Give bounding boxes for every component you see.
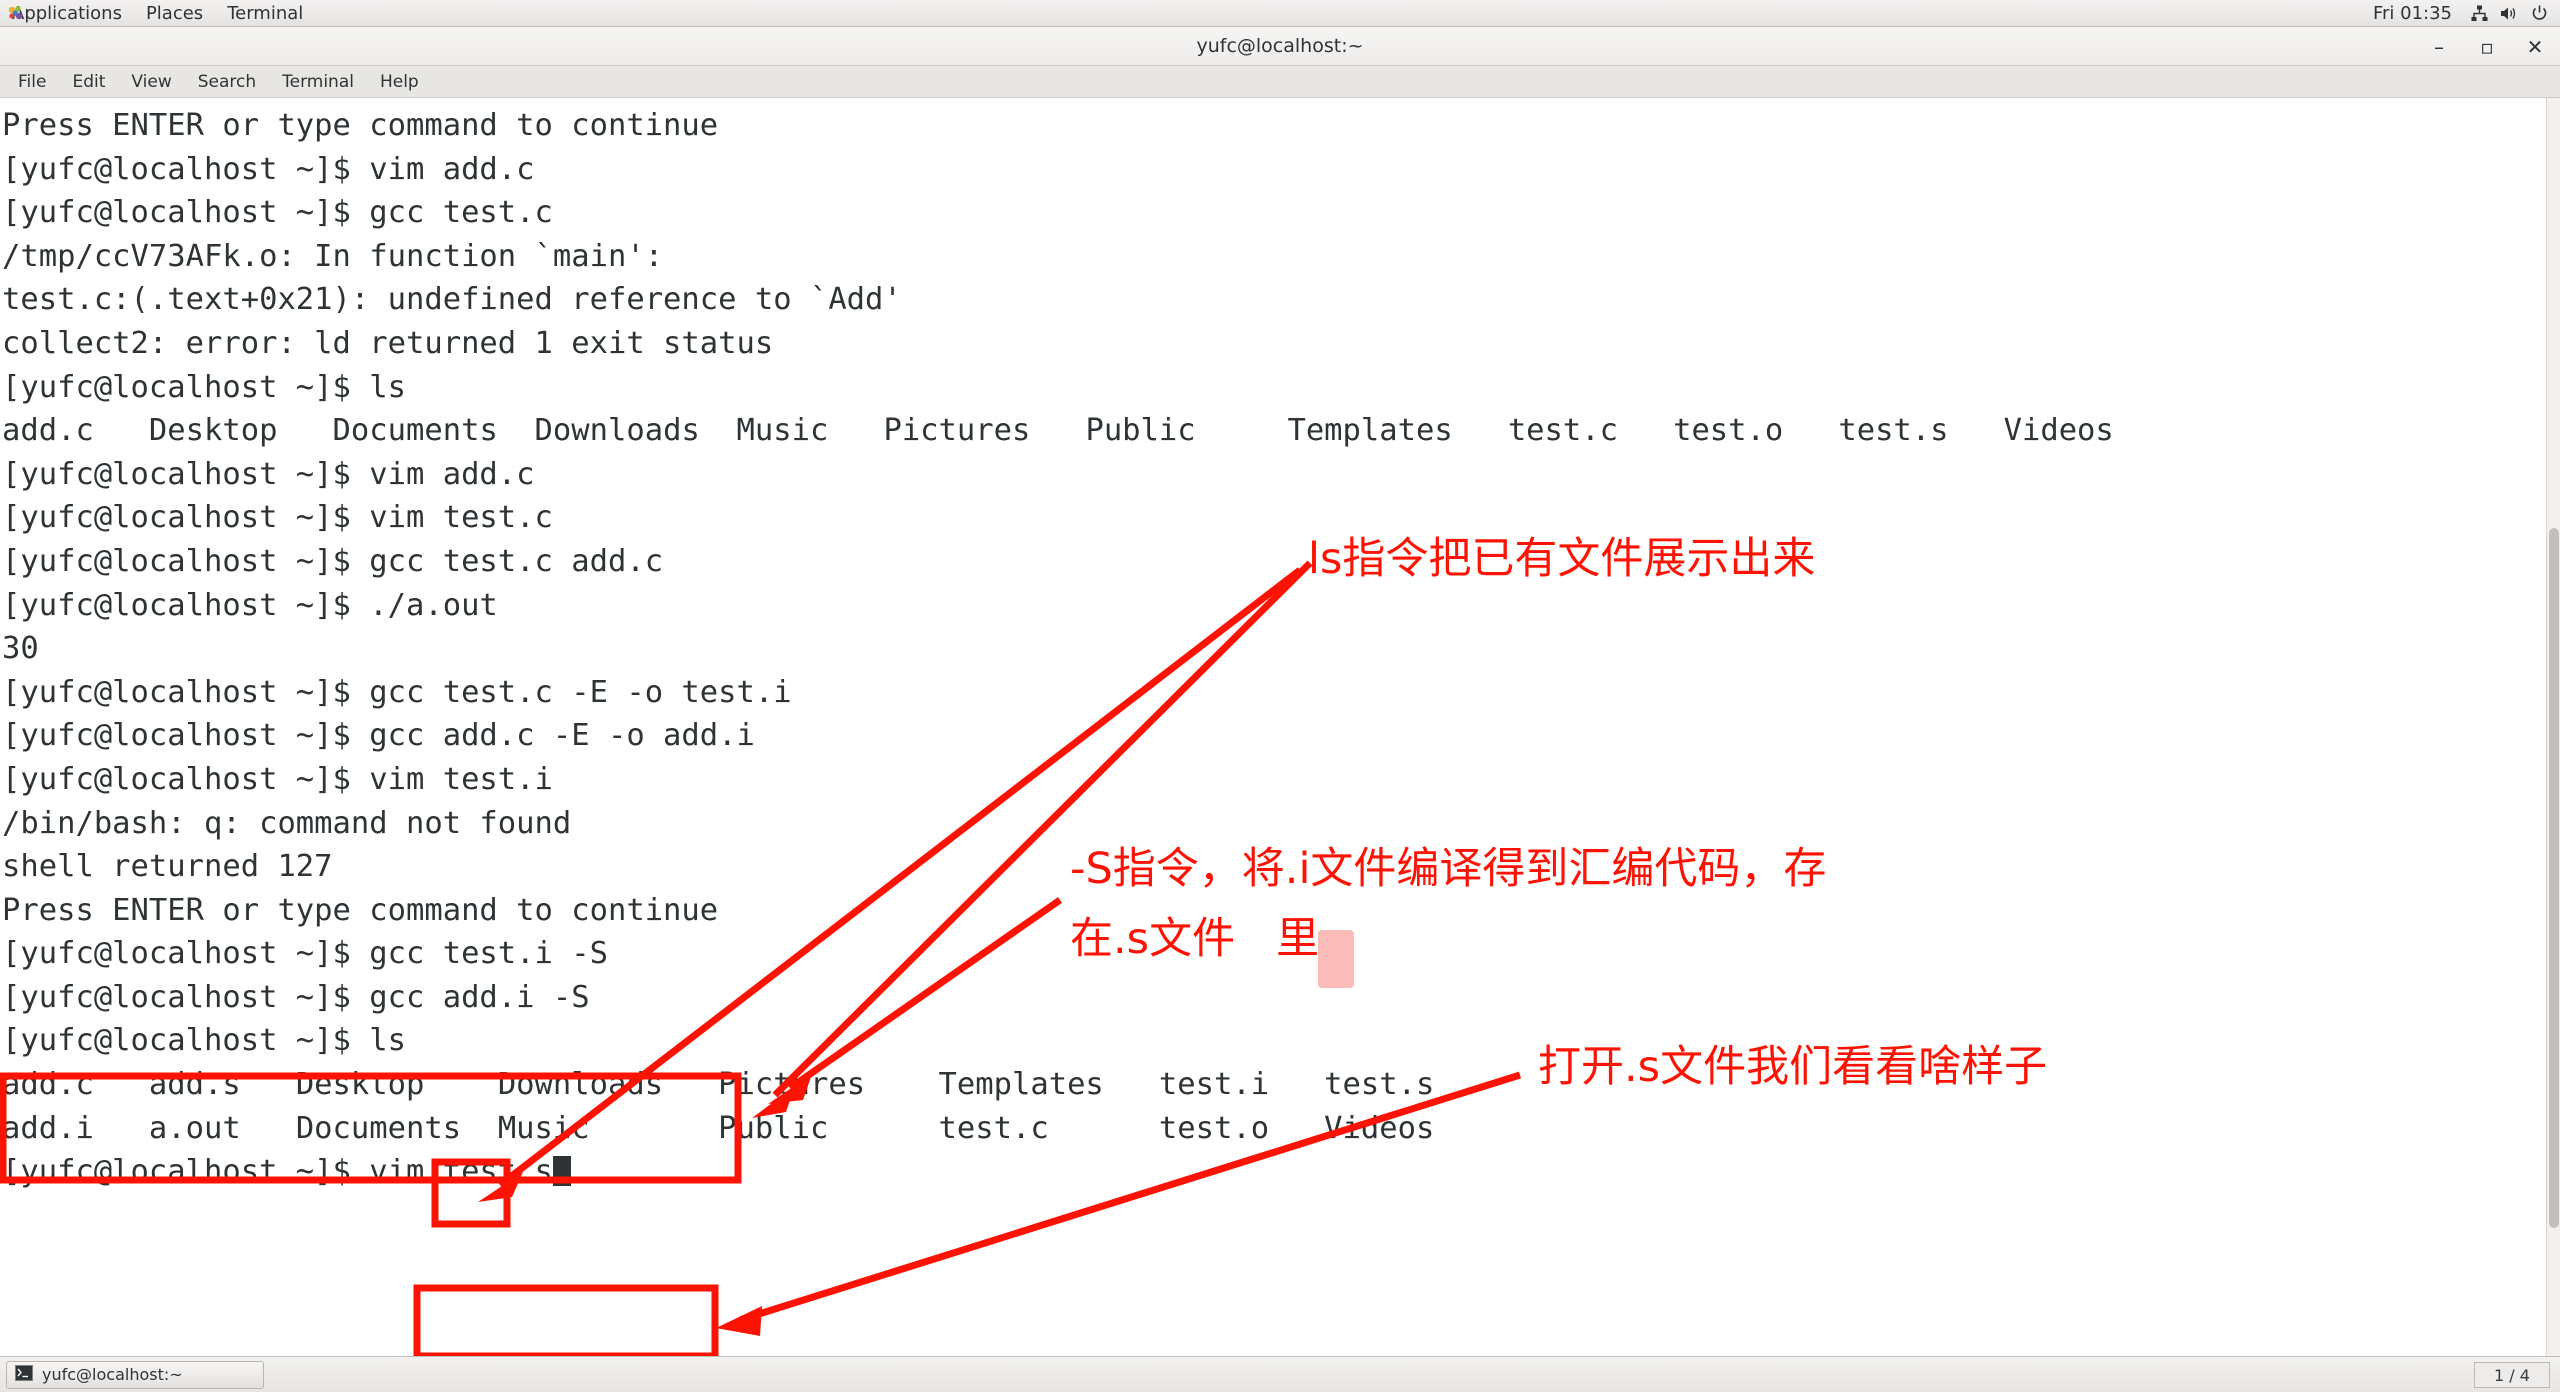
terminal-line: [yufc@localhost ~]$ gcc test.c bbox=[2, 195, 553, 231]
window-controls: – ▫ ✕ bbox=[2428, 27, 2546, 66]
panel-menu-terminal[interactable]: Terminal bbox=[215, 0, 315, 27]
volume-icon[interactable] bbox=[2494, 0, 2524, 27]
annotation-assembly-line2: 在.s文件 里 bbox=[1070, 914, 1320, 964]
terminal-line: [yufc@localhost ~]$ ls bbox=[2, 369, 406, 405]
annotation-ls: ls指令把已有文件展示出来 bbox=[1308, 534, 1816, 584]
gnome-footprint-icon[interactable] bbox=[7, 5, 24, 22]
terminal-line: [yufc@localhost ~]$ gcc add.i -S bbox=[2, 979, 590, 1015]
scrollbar-thumb[interactable] bbox=[2549, 528, 2559, 1228]
maximize-button[interactable]: ▫ bbox=[2476, 36, 2498, 58]
terminal-line: add.i a.out Documents Music Public test.… bbox=[2, 1110, 1472, 1146]
clock[interactable]: Fri 01:35 bbox=[2361, 3, 2464, 24]
annotation-open-s: 打开.s文件我们看看啥样子 bbox=[1538, 1042, 2048, 1092]
terminal-line: [yufc@localhost ~]$ ./a.out bbox=[2, 587, 498, 623]
terminal-line: /tmp/ccV73AFk.o: In function `main': bbox=[2, 238, 664, 274]
close-button[interactable]: ✕ bbox=[2524, 36, 2546, 58]
terminal-line: [yufc@localhost ~]$ vim test.i bbox=[2, 761, 553, 797]
taskbar: yufc@localhost:~ 1 / 4 bbox=[0, 1356, 2560, 1392]
terminal-line: /bin/bash: q: command not found bbox=[2, 805, 572, 841]
terminal-line: [yufc@localhost ~]$ vim test.s bbox=[2, 1150, 2560, 1194]
terminal-scrollbar[interactable] bbox=[2546, 98, 2560, 1356]
terminal-output[interactable]: Press ENTER or type command to continue [… bbox=[0, 98, 2560, 1356]
text-cursor bbox=[552, 1156, 571, 1187]
panel-menu-places[interactable]: Places bbox=[134, 0, 215, 27]
terminal-line: [yufc@localhost ~]$ gcc test.c -E -o tes… bbox=[2, 674, 792, 710]
terminal-line: [yufc@localhost ~]$ vim test.c bbox=[2, 500, 553, 536]
terminal-line: [yufc@localhost ~]$ gcc add.c -E -o add.… bbox=[2, 718, 755, 754]
redaction-mark bbox=[1318, 930, 1354, 988]
terminal-line: 30 bbox=[2, 631, 39, 667]
workspace-label: 1 / 4 bbox=[2494, 1365, 2530, 1385]
network-icon[interactable] bbox=[2464, 0, 2494, 27]
minimize-button[interactable]: – bbox=[2428, 36, 2450, 58]
workspace-switcher[interactable]: 1 / 4 bbox=[2474, 1362, 2550, 1388]
terminal-line: test.c:(.text+0x21): undefined reference… bbox=[2, 282, 902, 318]
terminal-line: add.c Desktop Documents Downloads Music … bbox=[2, 413, 2133, 449]
taskbar-window-label: yufc@localhost:~ bbox=[42, 1365, 183, 1384]
terminal-line: add.c add.s Desktop Downloads Pictures T… bbox=[2, 1067, 1472, 1103]
menu-file[interactable]: File bbox=[5, 66, 59, 98]
terminal-line: [yufc@localhost ~]$ ls bbox=[2, 1023, 406, 1059]
terminal-icon bbox=[15, 1364, 33, 1385]
menu-edit[interactable]: Edit bbox=[59, 66, 118, 98]
power-icon[interactable] bbox=[2524, 0, 2554, 27]
menu-terminal[interactable]: Terminal bbox=[269, 66, 367, 98]
top-panel: Applications Places Terminal Fri 01:35 bbox=[0, 0, 2560, 27]
terminal-line: collect2: error: ld returned 1 exit stat… bbox=[2, 325, 774, 361]
menu-search[interactable]: Search bbox=[185, 66, 269, 98]
terminal-line: [yufc@localhost ~]$ vim add.c bbox=[2, 456, 535, 492]
panel-status-area: Fri 01:35 bbox=[2361, 0, 2560, 27]
menubar: File Edit View Search Terminal Help bbox=[0, 66, 2560, 98]
menu-help[interactable]: Help bbox=[367, 66, 432, 98]
terminal-line: [yufc@localhost ~]$ gcc test.c add.c bbox=[2, 543, 664, 579]
annotation-assembly-line1: -S指令，将.i文件编译得到汇编代码，存 bbox=[1070, 844, 1827, 894]
menu-view[interactable]: View bbox=[118, 66, 184, 98]
taskbar-window-button[interactable]: yufc@localhost:~ bbox=[6, 1360, 264, 1389]
window-titlebar[interactable]: yufc@localhost:~ – ▫ ✕ bbox=[0, 27, 2560, 66]
terminal-line: Press ENTER or type command to continue bbox=[2, 108, 719, 143]
window-title: yufc@localhost:~ bbox=[1196, 35, 1364, 57]
terminal-line: [yufc@localhost ~]$ vim add.c bbox=[2, 151, 535, 187]
